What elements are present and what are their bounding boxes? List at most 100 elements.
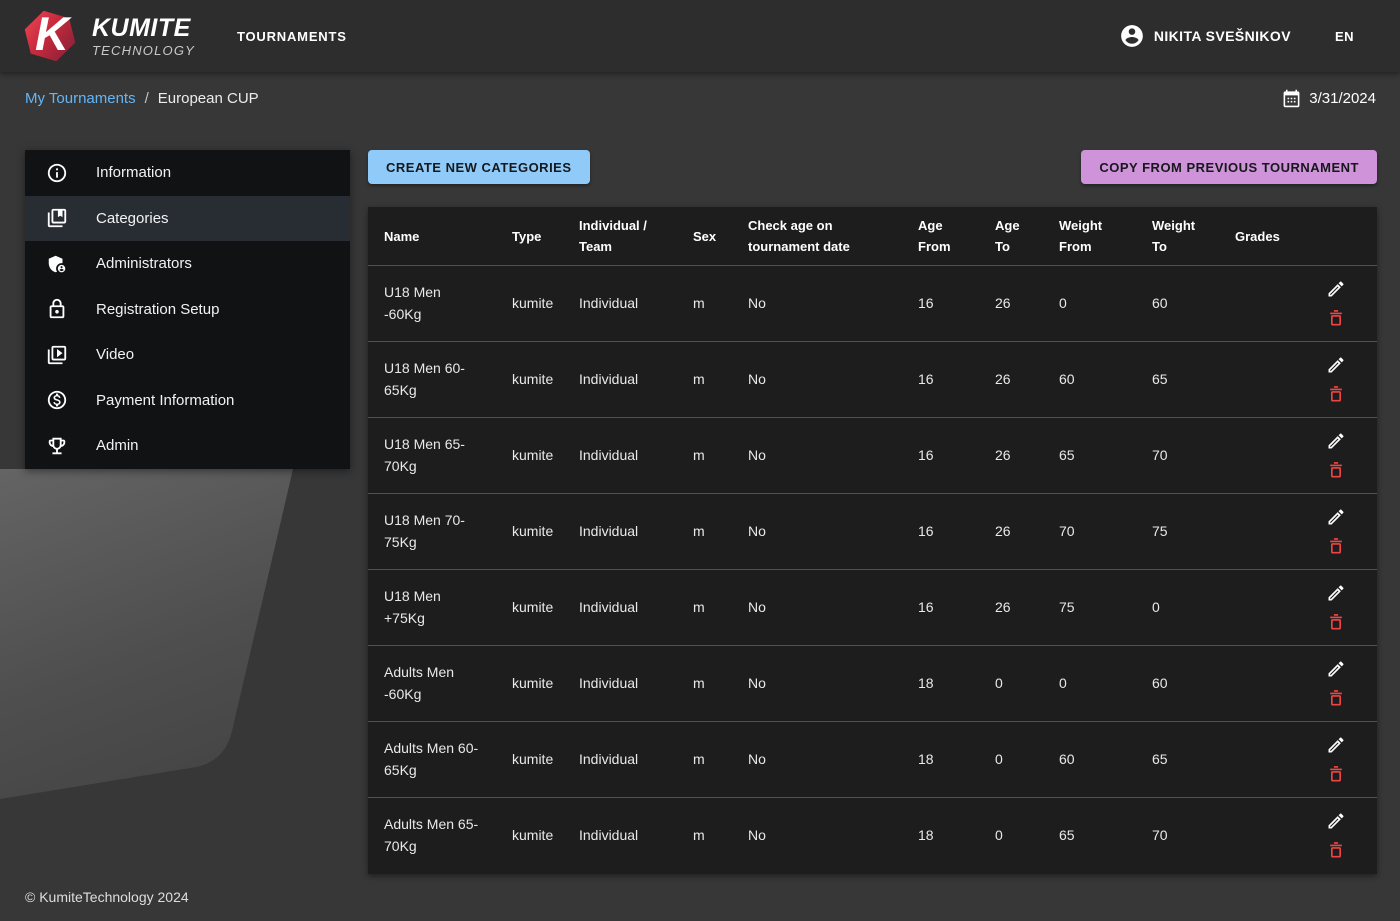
edit-row-button[interactable]	[1325, 810, 1347, 832]
edit-icon	[1326, 279, 1346, 299]
sidebar-item-label: Video	[96, 346, 134, 363]
col-type: Type	[496, 207, 563, 266]
date-text: 3/31/2024	[1309, 90, 1376, 107]
edit-row-button[interactable]	[1325, 506, 1347, 528]
sidebar-item-label: Registration Setup	[96, 301, 219, 318]
delete-icon	[1326, 384, 1346, 404]
cell-name: U18 Men +75Kg	[368, 570, 496, 646]
video-library-icon	[45, 343, 69, 367]
footer-copyright: © KumiteTechnology 2024	[25, 889, 189, 905]
cell-grades	[1219, 646, 1294, 722]
info-icon	[45, 161, 69, 185]
delete-icon	[1326, 308, 1346, 328]
cell-age-from: 16	[902, 266, 979, 342]
edit-row-button[interactable]	[1325, 734, 1347, 756]
cell-name: U18 Men 60-65Kg	[368, 342, 496, 418]
table-row: Adults Men 65-70Kg kumite Individual m N…	[368, 798, 1377, 874]
cell-type: kumite	[496, 570, 563, 646]
col-check-age: Check age on tournament date	[732, 207, 902, 266]
brand-letter: K	[35, 5, 69, 63]
create-new-categories-button[interactable]: CREATE NEW CATEGORIES	[368, 150, 590, 184]
trophy-icon	[45, 434, 69, 458]
delete-row-button[interactable]	[1325, 687, 1347, 709]
cell-type: kumite	[496, 646, 563, 722]
cell-age-from: 18	[902, 646, 979, 722]
cell-sex: m	[677, 646, 732, 722]
edit-icon	[1326, 355, 1346, 375]
table-header-row: Name Type Individual / Team Sex Check ag…	[368, 207, 1377, 266]
table-row: U18 Men +75Kg kumite Individual m No 16 …	[368, 570, 1377, 646]
cell-grades	[1219, 570, 1294, 646]
sidebar-item-payment-information[interactable]: Payment Information	[25, 378, 350, 424]
brand-subtitle: TECHNOLOGY	[92, 44, 195, 57]
cell-weight-from: 0	[1043, 266, 1136, 342]
sidebar-item-registration-setup[interactable]: Registration Setup	[25, 287, 350, 333]
delete-row-button[interactable]	[1325, 763, 1347, 785]
cell-grades	[1219, 418, 1294, 494]
cell-individual-team: Individual	[563, 722, 677, 798]
sidebar-item-information[interactable]: Information	[25, 150, 350, 196]
delete-row-button[interactable]	[1325, 535, 1347, 557]
cell-weight-to: 60	[1136, 646, 1219, 722]
cell-name: U18 Men 65-70Kg	[368, 418, 496, 494]
cell-individual-team: Individual	[563, 798, 677, 874]
brand-logo[interactable]: K KUMITE TECHNOLOGY	[24, 7, 195, 65]
cell-sex: m	[677, 798, 732, 874]
cell-name: U18 Men -60Kg	[368, 266, 496, 342]
edit-icon	[1326, 583, 1346, 603]
delete-row-button[interactable]	[1325, 459, 1347, 481]
cell-name: U18 Men 70-75Kg	[368, 494, 496, 570]
language-switcher[interactable]: EN	[1335, 29, 1354, 44]
edit-icon	[1326, 735, 1346, 755]
account-circle-icon	[1119, 23, 1145, 49]
cell-individual-team: Individual	[563, 418, 677, 494]
cell-age-to: 0	[979, 798, 1043, 874]
copy-from-previous-tournament-button[interactable]: COPY FROM PREVIOUS TOURNAMENT	[1081, 150, 1377, 184]
cell-name: Adults Men 65-70Kg	[368, 798, 496, 874]
cell-weight-to: 65	[1136, 722, 1219, 798]
nav-tournaments[interactable]: TOURNAMENTS	[237, 29, 347, 44]
table-row: Adults Men 60-65Kg kumite Individual m N…	[368, 722, 1377, 798]
cell-check-age: No	[732, 494, 902, 570]
delete-row-button[interactable]	[1325, 839, 1347, 861]
delete-icon	[1326, 764, 1346, 784]
delete-row-button[interactable]	[1325, 611, 1347, 633]
cell-sex: m	[677, 494, 732, 570]
cell-weight-to: 70	[1136, 798, 1219, 874]
breadcrumb-my-tournaments[interactable]: My Tournaments	[25, 90, 136, 107]
cell-check-age: No	[732, 418, 902, 494]
edit-row-button[interactable]	[1325, 658, 1347, 680]
edit-icon	[1326, 507, 1346, 527]
sidebar-item-admin[interactable]: Admin	[25, 423, 350, 469]
sidebar-item-administrators[interactable]: Administrators	[25, 241, 350, 287]
edit-row-button[interactable]	[1325, 354, 1347, 376]
delete-row-button[interactable]	[1325, 307, 1347, 329]
sidebar-item-categories[interactable]: Categories	[25, 196, 350, 242]
cell-sex: m	[677, 722, 732, 798]
col-age-from: Age From	[902, 207, 979, 266]
cell-check-age: No	[732, 570, 902, 646]
cell-weight-from: 75	[1043, 570, 1136, 646]
table-row: Adults Men -60Kg kumite Individual m No …	[368, 646, 1377, 722]
col-individual-team: Individual / Team	[563, 207, 677, 266]
cell-weight-from: 70	[1043, 494, 1136, 570]
cell-type: kumite	[496, 266, 563, 342]
edit-row-button[interactable]	[1325, 430, 1347, 452]
sidebar-item-video[interactable]: Video	[25, 332, 350, 378]
sidebar-item-label: Information	[96, 164, 171, 181]
cell-actions	[1294, 418, 1377, 494]
cell-check-age: No	[732, 722, 902, 798]
breadcrumb-current: European CUP	[158, 90, 259, 107]
user-menu[interactable]: NIKITA SVEŠNIKOV	[1119, 23, 1291, 49]
delete-row-button[interactable]	[1325, 383, 1347, 405]
edit-row-button[interactable]	[1325, 582, 1347, 604]
cell-actions	[1294, 646, 1377, 722]
cell-individual-team: Individual	[563, 266, 677, 342]
cell-individual-team: Individual	[563, 570, 677, 646]
cell-type: kumite	[496, 418, 563, 494]
edit-row-button[interactable]	[1325, 278, 1347, 300]
main-content: CREATE NEW CATEGORIES COPY FROM PREVIOUS…	[368, 150, 1377, 874]
cell-age-to: 26	[979, 342, 1043, 418]
lock-icon	[45, 297, 69, 321]
cell-individual-team: Individual	[563, 494, 677, 570]
